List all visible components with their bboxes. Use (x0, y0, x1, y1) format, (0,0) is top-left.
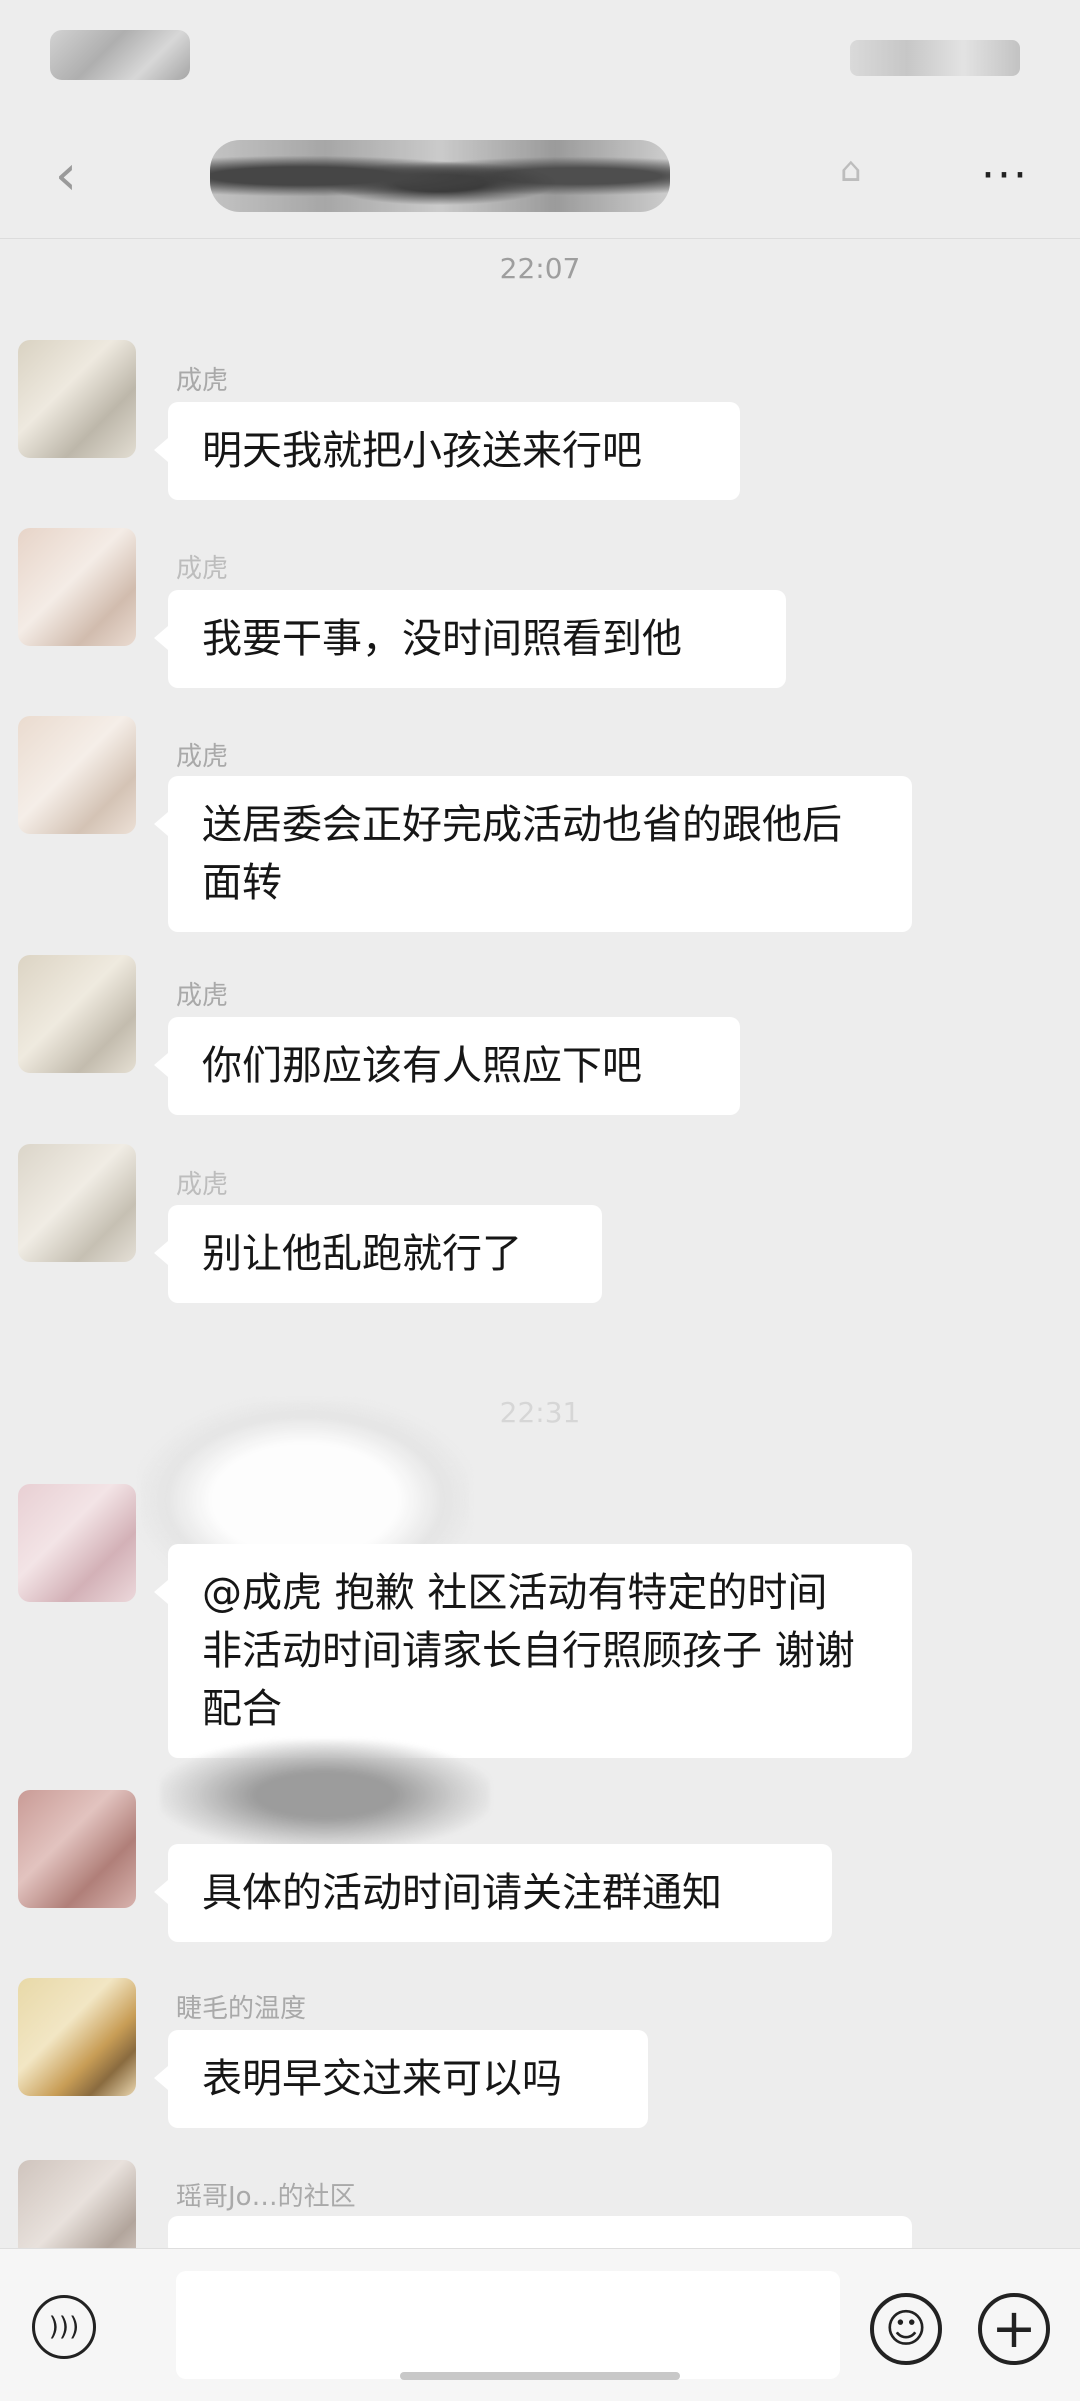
sender-name: 成虎 (176, 366, 229, 396)
home-indicator (400, 2372, 680, 2380)
muted-icon: ⌂ (840, 150, 862, 190)
plus-button[interactable]: + (978, 2293, 1050, 2365)
more-options-button[interactable]: ··· (970, 145, 1040, 205)
avatar[interactable] (18, 1144, 136, 1262)
message-bubble[interactable]: 我要干事，没时间照看到他 (154, 590, 786, 688)
sender-name-redacted (160, 1740, 490, 1850)
sender-name: 成虎 (176, 554, 229, 584)
chat-title-redacted (210, 140, 670, 212)
avatar[interactable] (18, 955, 136, 1073)
chat-header: ‹ ⌂ ··· (0, 110, 1080, 239)
message-bubble[interactable]: 送居委会正好完成活动也省的跟他后面转 (154, 776, 912, 932)
avatar[interactable] (18, 340, 136, 458)
status-icons-redacted (850, 40, 1020, 76)
avatar[interactable] (18, 1484, 136, 1602)
sender-name: 成虎 (176, 1170, 229, 1200)
status-bar (0, 0, 1080, 110)
emoji-button[interactable]: ☺ (870, 2293, 942, 2365)
sender-name: 瑶哥Jo…的社区 (176, 2182, 356, 2212)
message-bubble[interactable]: 你们那应该有人照应下吧 (154, 1017, 740, 1115)
message-input[interactable] (176, 2271, 840, 2379)
voice-button[interactable]: ))) (32, 2295, 96, 2359)
message-bubble[interactable]: @成虎 抱歉 社区活动有特定的时间 非活动时间请家长自行照顾孩子 谢谢配合 (154, 1544, 912, 1758)
avatar[interactable] (18, 528, 136, 646)
message-bubble[interactable]: 别让他乱跑就行了 (154, 1205, 602, 1303)
sender-name: 成虎 (176, 742, 229, 772)
sender-name: 成虎 (176, 981, 229, 1011)
plus-icon: + (991, 2297, 1037, 2360)
sender-name: 睫毛的温度 (176, 1994, 307, 2024)
voice-icon: ))) (48, 2312, 80, 2342)
avatar[interactable] (18, 1790, 136, 1908)
emoji-icon: ☺ (885, 2306, 927, 2352)
chevron-left-icon: ‹ (54, 142, 78, 208)
more-icon: ··· (981, 149, 1029, 201)
back-button[interactable]: ‹ (36, 140, 96, 210)
message-bubble[interactable]: 具体的活动时间请关注群通知 (154, 1844, 832, 1942)
avatar[interactable] (18, 1978, 136, 2096)
avatar[interactable] (18, 716, 136, 834)
message-bubble[interactable]: 明天我就把小孩送来行吧 (154, 402, 740, 500)
timestamp: 22:07 (499, 252, 581, 285)
status-time-redacted (50, 30, 190, 80)
message-bubble[interactable]: 表明早交过来可以吗 (154, 2030, 648, 2128)
